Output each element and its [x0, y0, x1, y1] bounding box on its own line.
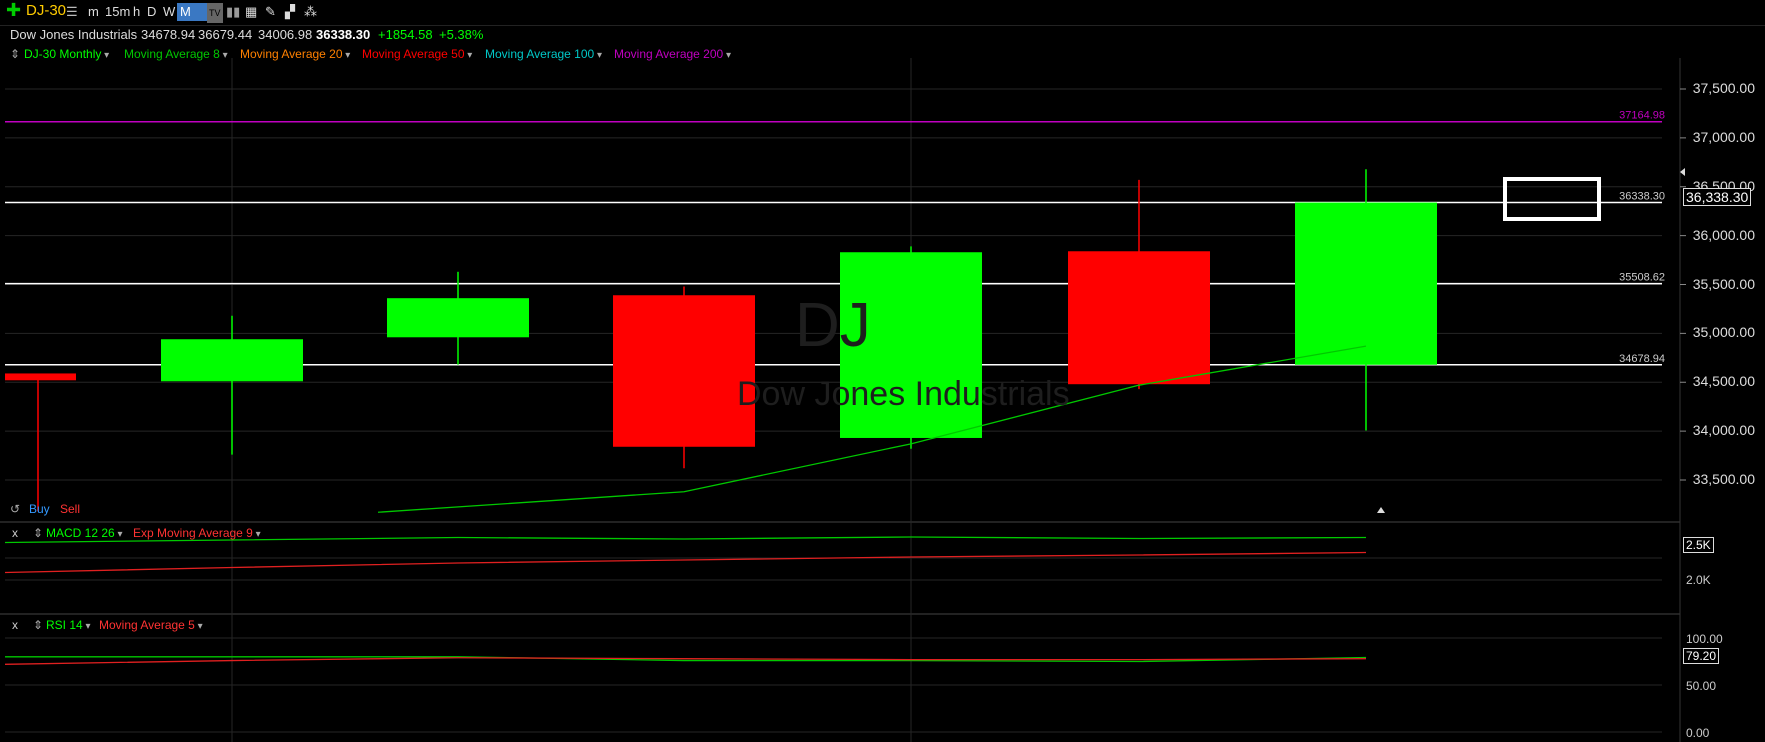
price-tick-label: 35,000.00: [1692, 324, 1755, 341]
rsi-tick-50: 50.00: [1686, 679, 1717, 693]
selection-rectangle[interactable]: [1503, 177, 1601, 221]
level-label: 35508.62: [1619, 272, 1665, 284]
rsi-drag-icon[interactable]: ⇕: [33, 618, 43, 632]
watermark-symbol: DJ: [795, 291, 871, 360]
level-label: 37164.98: [1619, 110, 1665, 122]
price-tick-label: 33,500.00: [1692, 471, 1755, 487]
level-label: 36338.30: [1619, 191, 1665, 203]
sell-button[interactable]: Sell: [60, 502, 80, 516]
axis-arrow-icon: [1680, 168, 1685, 176]
macd-close-button[interactable]: x: [12, 526, 18, 540]
trade-icon: ↺: [10, 502, 21, 516]
watermark-name: Dow Jones Industrials: [737, 375, 1070, 413]
price-chart[interactable]: 37164.98 36338.30 35508.62 34678.94: [0, 0, 1765, 742]
price-tick-label: 36,000.00: [1692, 226, 1755, 243]
macd-drag-icon[interactable]: ⇕: [33, 526, 43, 540]
macd-label[interactable]: MACD 12 26: [46, 526, 123, 540]
scroll-marker-icon: [1377, 507, 1385, 513]
candle-body: [387, 298, 529, 338]
candle-body: [5, 373, 76, 381]
candle-body: [613, 295, 755, 447]
level-label: 34678.94: [1619, 353, 1665, 365]
price-tick-label: 35,500.00: [1692, 275, 1755, 292]
price-tick-label: 37,500.00: [1692, 80, 1755, 96]
price-tick-label: 37,000.00: [1692, 128, 1755, 145]
rsi-signal-label[interactable]: Moving Average 5: [99, 618, 203, 632]
rsi-label[interactable]: RSI 14: [46, 618, 91, 632]
rsi-tick-100: 100.00: [1686, 632, 1723, 646]
price-tick-label: 34,500.00: [1692, 373, 1755, 390]
buy-button[interactable]: Buy: [29, 502, 50, 516]
macd-signal-line: [4, 551, 1367, 574]
candle-body: [1068, 251, 1210, 385]
candle-body: [161, 339, 303, 382]
macd-signal-label[interactable]: Exp Moving Average 9: [133, 526, 261, 540]
macd-last-value: 2.5K: [1683, 537, 1714, 553]
rsi-close-button[interactable]: x: [12, 618, 18, 632]
last-price-label: 36,338.30: [1683, 188, 1752, 206]
rsi-last-value: 79.20: [1683, 648, 1720, 664]
macd-tick: 2.0K: [1686, 573, 1711, 587]
candle-body: [1295, 202, 1437, 365]
rsi-tick-0: 0.00: [1686, 726, 1710, 740]
price-tick-label: 34,000.00: [1692, 422, 1755, 439]
